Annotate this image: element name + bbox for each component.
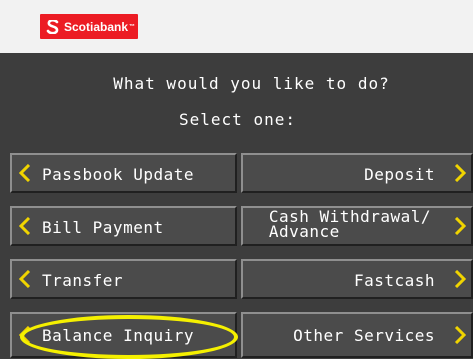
chevron-left-icon <box>19 217 31 235</box>
prompt-title: What would you like to do? <box>113 74 390 93</box>
chevron-left-icon <box>19 270 31 288</box>
chevron-right-icon <box>454 270 466 288</box>
passbook-update-button[interactable]: Passbook Update <box>10 153 237 193</box>
chevron-left-icon <box>19 164 31 182</box>
prompt-subtitle: Select one: <box>179 110 296 129</box>
header-bar: Scotiabank ™ <box>0 0 473 53</box>
chevron-right-icon <box>454 326 466 344</box>
bill-payment-label: Bill Payment <box>42 218 164 237</box>
chevron-left-icon <box>19 326 31 344</box>
transfer-button[interactable]: Transfer <box>10 259 237 299</box>
deposit-button[interactable]: Deposit <box>241 153 473 193</box>
cash-withdrawal-button[interactable]: Cash Withdrawal/ Advance <box>241 206 473 246</box>
scotiabank-s-icon <box>46 19 59 34</box>
fastcash-label: Fastcash <box>353 271 435 290</box>
transfer-label: Transfer <box>42 271 124 290</box>
other-services-button[interactable]: Other Services <box>241 312 473 358</box>
trademark: ™ <box>129 23 136 30</box>
scotiabank-logo: Scotiabank ™ <box>40 14 138 39</box>
logo-text: Scotiabank <box>64 19 129 34</box>
bill-payment-button[interactable]: Bill Payment <box>10 206 237 246</box>
passbook-update-label: Passbook Update <box>42 165 194 184</box>
balance-inquiry-label: Balance Inquiry <box>42 326 194 345</box>
chevron-right-icon <box>454 164 466 182</box>
other-services-label: Other Services <box>293 326 435 345</box>
chevron-right-icon <box>454 217 466 235</box>
balance-inquiry-button[interactable]: Balance Inquiry <box>10 312 237 358</box>
deposit-label: Deposit <box>364 165 435 184</box>
fastcash-button[interactable]: Fastcash <box>241 259 473 299</box>
cash-withdrawal-label: Cash Withdrawal/ Advance <box>268 207 431 241</box>
